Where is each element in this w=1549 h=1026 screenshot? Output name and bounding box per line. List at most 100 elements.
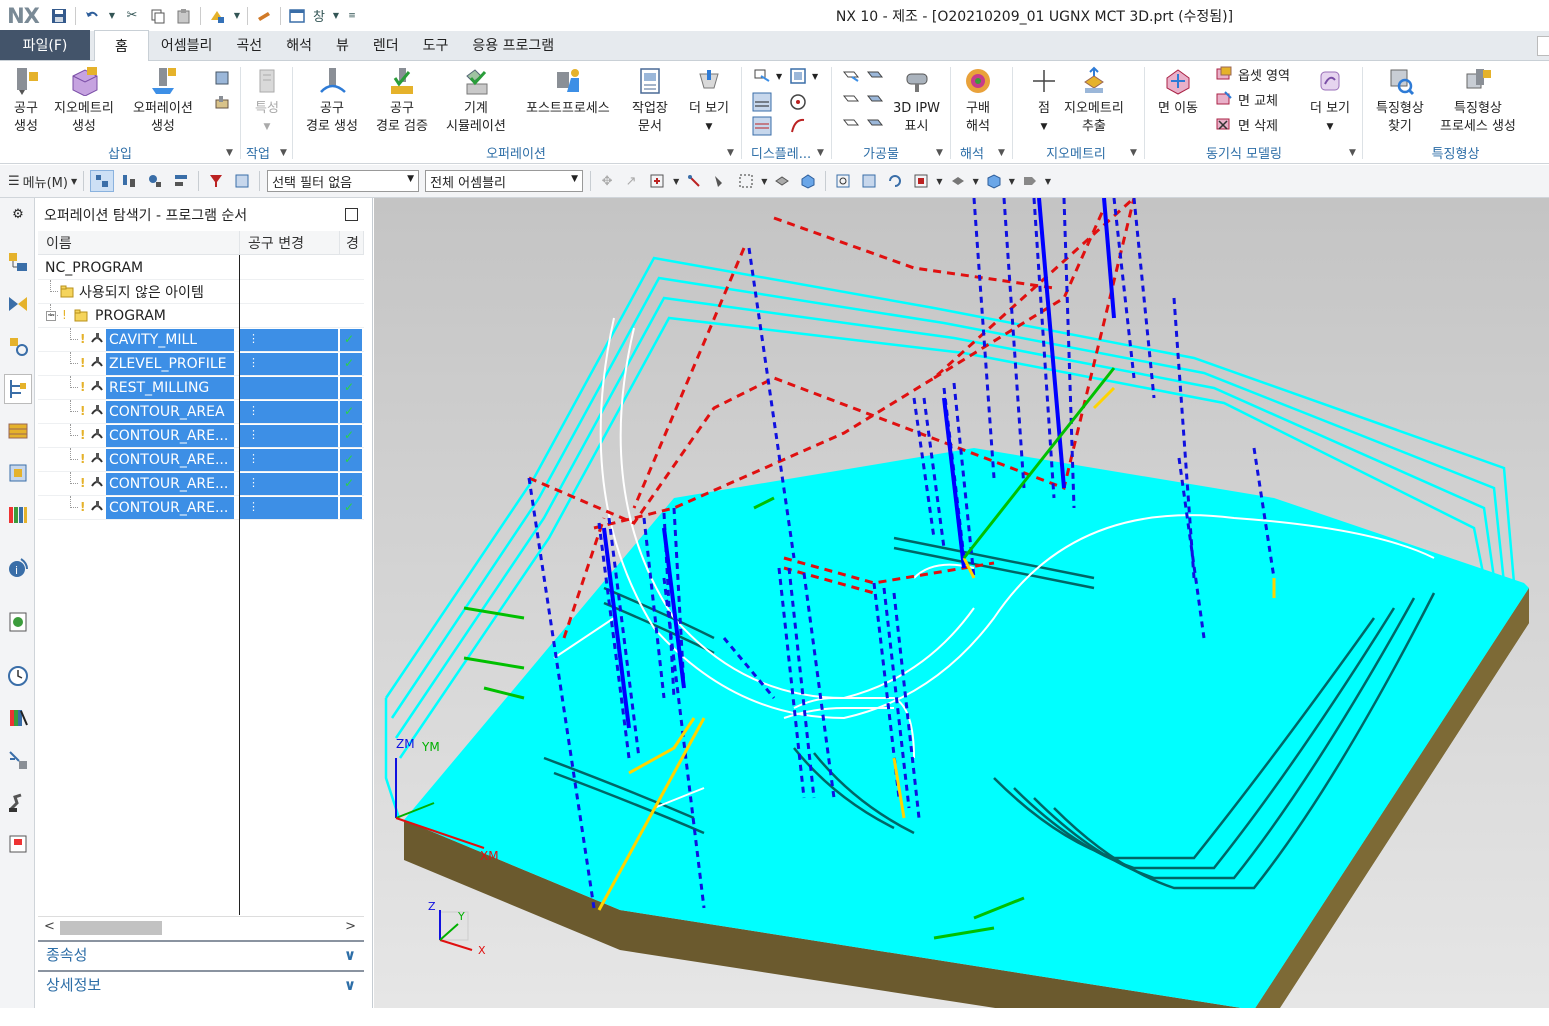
save-icon[interactable]: [49, 6, 69, 26]
extract-geometry-button[interactable]: 지오메트리 추출: [1064, 65, 1124, 136]
more-sync-button[interactable]: 더 보기 ▼: [1310, 65, 1350, 136]
touch-mode-icon[interactable]: [254, 6, 274, 26]
tree-row[interactable]: ! REST_MILLING ✓: [38, 376, 364, 400]
box-select-icon[interactable]: [735, 170, 757, 192]
operation-navigator-icon[interactable]: [4, 374, 32, 404]
tree-row[interactable]: ! ZLEVEL_PROFILE ⋮ ✓: [38, 352, 364, 376]
program-order-view-icon[interactable]: [90, 170, 115, 192]
tab-curve[interactable]: 곡선: [224, 30, 274, 60]
chevron-down-icon[interactable]: ▼: [936, 148, 943, 158]
tree-row[interactable]: NC_PROGRAM: [38, 256, 364, 280]
filter-1-icon[interactable]: [205, 170, 227, 192]
scroll-thumb[interactable]: [60, 921, 162, 935]
draft-analysis-button[interactable]: 구배 해석: [962, 65, 994, 136]
chevron-down-icon[interactable]: ▼: [280, 148, 287, 158]
display-options-3-button[interactable]: [752, 91, 776, 113]
paste-icon[interactable]: [174, 6, 194, 26]
tree-row[interactable]: ! CONTOUR_ARE... ⋮ ✓: [38, 424, 364, 448]
tab-assembly[interactable]: 어셈블리: [149, 30, 225, 60]
machine-tool-navigator-icon[interactable]: [6, 460, 30, 484]
workpiece-4-button[interactable]: [865, 89, 889, 111]
shade-1-icon[interactable]: [771, 170, 793, 192]
assembly-navigator-icon[interactable]: [6, 250, 30, 274]
chevron-down-icon[interactable]: ▼: [973, 170, 979, 192]
generate-toolpath-button[interactable]: 공구 경로 생성: [306, 65, 358, 136]
clip-section-icon[interactable]: [1019, 170, 1041, 192]
tab-home[interactable]: 홈: [94, 30, 149, 61]
orient-view-icon[interactable]: [910, 170, 932, 192]
select-2-icon[interactable]: [683, 170, 705, 192]
render-style-icon[interactable]: [947, 170, 969, 192]
palette-icon[interactable]: [6, 706, 30, 730]
window-menu[interactable]: 창: [313, 6, 325, 26]
more-operation-button[interactable]: 더 보기 ▼: [689, 65, 729, 136]
repeat-command-icon[interactable]: [207, 6, 227, 26]
machine-tool-view-icon[interactable]: [118, 170, 140, 192]
find-feature-button[interactable]: 특징형상 찾기: [1376, 65, 1424, 136]
tree-row[interactable]: ! CONTOUR_ARE... ⋮ ✓: [38, 472, 364, 496]
ribbon-options-button[interactable]: [1537, 36, 1549, 56]
clock-icon[interactable]: [6, 664, 30, 688]
replace-face-button[interactable]: 면 교체: [1214, 88, 1278, 110]
view-cube-icon[interactable]: [983, 170, 1005, 192]
display-options-2-button[interactable]: ▼: [788, 65, 818, 87]
workpiece-1-button[interactable]: [841, 65, 865, 87]
chevron-down-icon[interactable]: ▼: [761, 170, 767, 192]
display-options-5-button[interactable]: [752, 115, 776, 137]
process-navigator-icon[interactable]: [6, 748, 30, 772]
point-button[interactable]: 점 ▼: [1028, 65, 1060, 136]
shade-2-icon[interactable]: [797, 170, 819, 192]
display-options-6-button[interactable]: [788, 115, 812, 137]
details-panel[interactable]: 상세정보 ∨: [38, 970, 364, 997]
chevron-down-icon[interactable]: ▼: [1130, 148, 1137, 158]
tree-row[interactable]: ! CONTOUR_AREA ⋮ ✓: [38, 400, 364, 424]
insert-small-2-icon[interactable]: [212, 91, 236, 113]
chevron-down-icon[interactable]: ▼: [1009, 170, 1015, 192]
select-3-icon[interactable]: [709, 170, 731, 192]
chevron-down-icon[interactable]: ▼: [998, 148, 1005, 158]
chevron-down-icon[interactable]: ▼: [817, 148, 824, 158]
column-name[interactable]: 이름: [38, 231, 240, 255]
insert-small-1-icon[interactable]: [212, 67, 236, 89]
tree-row[interactable]: ! CONTOUR_ARE... ⋮ ✓: [38, 448, 364, 472]
create-operation-button[interactable]: 오퍼레이션 생성: [133, 65, 193, 136]
tab-applications[interactable]: 응용 프로그램: [460, 30, 566, 60]
tree-row[interactable]: 사용되지 않은 아이템: [38, 280, 364, 304]
web-browser-icon[interactable]: i: [6, 556, 30, 580]
copy-icon[interactable]: [148, 6, 168, 26]
machine-simulation-button[interactable]: 기계 시뮬레이션: [446, 65, 506, 136]
snap-1-icon[interactable]: ✥: [597, 170, 617, 192]
tab-render[interactable]: 렌더: [361, 30, 411, 60]
graphics-viewport[interactable]: ZM YM XM Z Y X: [374, 198, 1549, 1008]
robot-icon[interactable]: [6, 790, 30, 814]
dependencies-panel[interactable]: 종속성 ∨: [38, 940, 364, 967]
settings-icon[interactable]: ⚙: [6, 202, 30, 226]
chevron-down-icon[interactable]: ▼: [226, 148, 233, 158]
rotate-icon[interactable]: [884, 170, 906, 192]
constraint-navigator-icon[interactable]: [6, 292, 30, 316]
chevron-down-icon[interactable]: ▼: [1045, 170, 1051, 192]
snap-2-icon[interactable]: ↗: [621, 170, 641, 192]
feature-process-button[interactable]: 특징형상 프로세스 생성: [1440, 65, 1516, 136]
customize-icon[interactable]: ≡: [347, 6, 357, 26]
workpiece-3-button[interactable]: [841, 89, 865, 111]
tree-row[interactable]: ! CAVITY_MILL ⋮ ✓: [38, 328, 364, 352]
workpiece-6-button[interactable]: [865, 113, 889, 135]
tree-row[interactable]: ! CONTOUR_ARE... ⋮ ✓: [38, 496, 364, 520]
chevron-down-icon[interactable]: ▼: [936, 170, 942, 192]
move-face-button[interactable]: 면 이동: [1158, 65, 1198, 118]
chevron-down-icon[interactable]: ▼: [233, 6, 241, 26]
selection-filter-dropdown[interactable]: 선택 필터 없음 ▼: [267, 170, 420, 192]
shop-documentation-button[interactable]: 작업장 문서: [632, 65, 668, 136]
chevron-down-icon[interactable]: ▼: [1349, 148, 1356, 158]
history-icon[interactable]: [6, 610, 30, 634]
column-tool-change[interactable]: 공구 변경: [240, 231, 340, 255]
part-navigator-icon[interactable]: [6, 334, 30, 358]
filter-2-icon[interactable]: [231, 170, 253, 192]
delete-face-button[interactable]: 면 삭제: [1214, 113, 1278, 135]
workpiece-2-button[interactable]: [865, 65, 889, 87]
chevron-down-icon[interactable]: ▼: [727, 148, 734, 158]
create-geometry-button[interactable]: 지오메트리 생성: [54, 65, 114, 136]
verify-toolpath-button[interactable]: 공구 경로 검증: [376, 65, 428, 136]
maximize-icon[interactable]: [345, 208, 358, 221]
